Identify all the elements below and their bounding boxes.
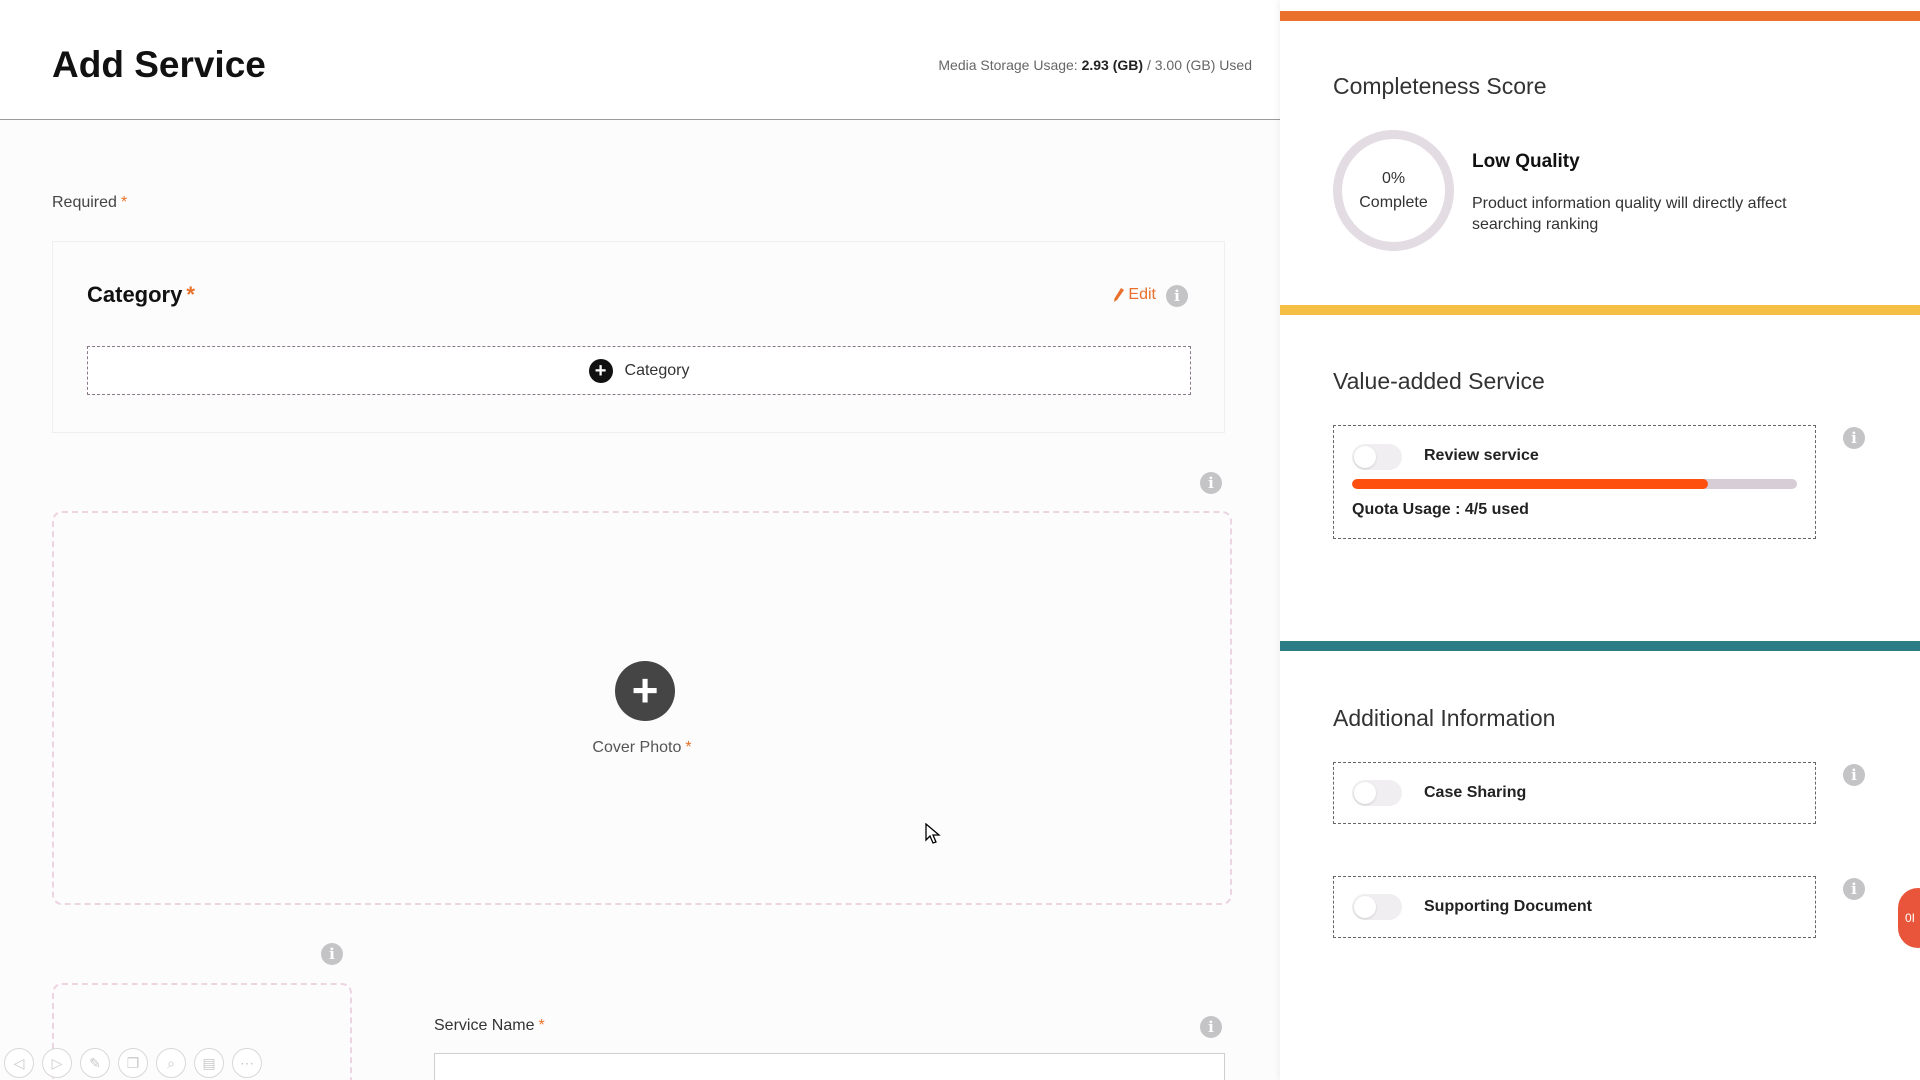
supporting-document-info-icon[interactable]: i: [1843, 878, 1865, 900]
additional-info-title: Additional Information: [1333, 705, 1556, 731]
value-added-accent-bar: [1280, 305, 1920, 315]
add-category-button[interactable]: + Category: [87, 346, 1191, 395]
service-name-label: Service Name *: [434, 1017, 545, 1035]
add-category-label: Category: [624, 361, 690, 379]
completeness-ring: 0% Complete: [1333, 130, 1454, 251]
case-sharing-info-icon[interactable]: i: [1843, 764, 1865, 786]
storage-label: Media Storage Usage:: [938, 57, 1082, 73]
value-added-title: Value-added Service: [1333, 368, 1545, 394]
review-service-box: Review service Quota Usage : 4/5 used: [1333, 425, 1816, 539]
completeness-label: Complete: [1359, 193, 1428, 211]
quota-progress-fill: [1352, 479, 1708, 489]
category-card: Category * Edit i + Category: [52, 241, 1225, 433]
copy-icon[interactable]: ❐: [118, 1048, 148, 1078]
cover-photo-required-star: *: [685, 739, 692, 756]
case-sharing-box: Case Sharing: [1333, 762, 1816, 824]
review-service-toggle[interactable]: [1352, 444, 1402, 470]
cover-photo-dropzone[interactable]: + Cover Photo *: [52, 511, 1232, 905]
category-edit-link[interactable]: Edit: [1114, 286, 1156, 304]
side-chat-bubble[interactable]: 0I: [1898, 888, 1920, 948]
value-added-info-icon[interactable]: i: [1843, 427, 1865, 449]
category-title: Category *: [87, 282, 195, 308]
service-name-input[interactable]: [434, 1053, 1225, 1080]
case-sharing-toggle[interactable]: [1352, 780, 1402, 806]
next-icon[interactable]: ▷: [42, 1048, 72, 1078]
completeness-title: Completeness Score: [1333, 73, 1547, 99]
review-service-label: Review service: [1424, 447, 1539, 464]
quality-description: Product information quality will directl…: [1472, 195, 1787, 233]
pen-icon[interactable]: ✎: [80, 1048, 110, 1078]
required-star: *: [120, 194, 128, 211]
add-cover-photo-icon[interactable]: +: [615, 661, 675, 721]
mouse-cursor-icon: [925, 823, 941, 844]
cover-photo-label: Cover Photo *: [54, 739, 1230, 757]
player-toolbar: ◁ ▷ ✎ ❐ ⌕ ▤ ⋯: [4, 1048, 262, 1078]
supporting-document-label: Supporting Document: [1424, 898, 1592, 915]
supporting-document-toggle[interactable]: [1352, 894, 1402, 920]
category-info-icon[interactable]: i: [1166, 285, 1188, 307]
pencil-icon: [1114, 288, 1125, 302]
cover-photo-info-icon[interactable]: i: [1200, 472, 1222, 494]
required-note: Required *: [52, 194, 127, 212]
quota-usage-text: Quota Usage : 4/5 used: [1352, 501, 1529, 518]
page-header: Add Service Media Storage Usage: 2.93 (G…: [0, 0, 1280, 120]
category-required-star: *: [186, 282, 195, 307]
media-storage-usage: Media Storage Usage: 2.93 (GB) / 3.00 (G…: [938, 57, 1252, 73]
completeness-percent: 0%: [1381, 169, 1406, 187]
additional-info-accent-bar: [1280, 641, 1920, 651]
service-name-text: Service Name: [434, 1017, 535, 1034]
side-panel: Completeness Score 0% Complete Low Quali…: [1280, 0, 1920, 1080]
case-sharing-label: Case Sharing: [1424, 784, 1527, 801]
quality-title: Low Quality: [1472, 151, 1580, 172]
subtitles-icon[interactable]: ▤: [194, 1048, 224, 1078]
service-name-info-icon[interactable]: i: [1200, 1016, 1222, 1038]
zoom-icon[interactable]: ⌕: [156, 1048, 186, 1078]
completeness-accent-bar: [1280, 11, 1920, 21]
cover-photo-text: Cover Photo: [592, 739, 682, 756]
storage-used: 2.93 (GB): [1081, 57, 1144, 73]
main-form-pane: Add Service Media Storage Usage: 2.93 (G…: [0, 0, 1280, 1080]
service-name-required-star: *: [538, 1017, 545, 1034]
quota-progress-bar: [1352, 479, 1797, 489]
thumbnail-info-icon[interactable]: i: [321, 943, 343, 965]
supporting-document-box: Supporting Document: [1333, 876, 1816, 938]
required-label: Required: [52, 194, 117, 211]
category-title-text: Category: [87, 282, 183, 307]
storage-total: / 3.00 (GB) Used: [1143, 57, 1252, 73]
more-icon[interactable]: ⋯: [232, 1048, 262, 1078]
side-bubble-text: 0I: [1905, 911, 1916, 925]
edit-label: Edit: [1128, 286, 1156, 303]
plus-icon: +: [588, 358, 613, 383]
previous-icon[interactable]: ◁: [4, 1048, 34, 1078]
page-title: Add Service: [52, 44, 266, 85]
